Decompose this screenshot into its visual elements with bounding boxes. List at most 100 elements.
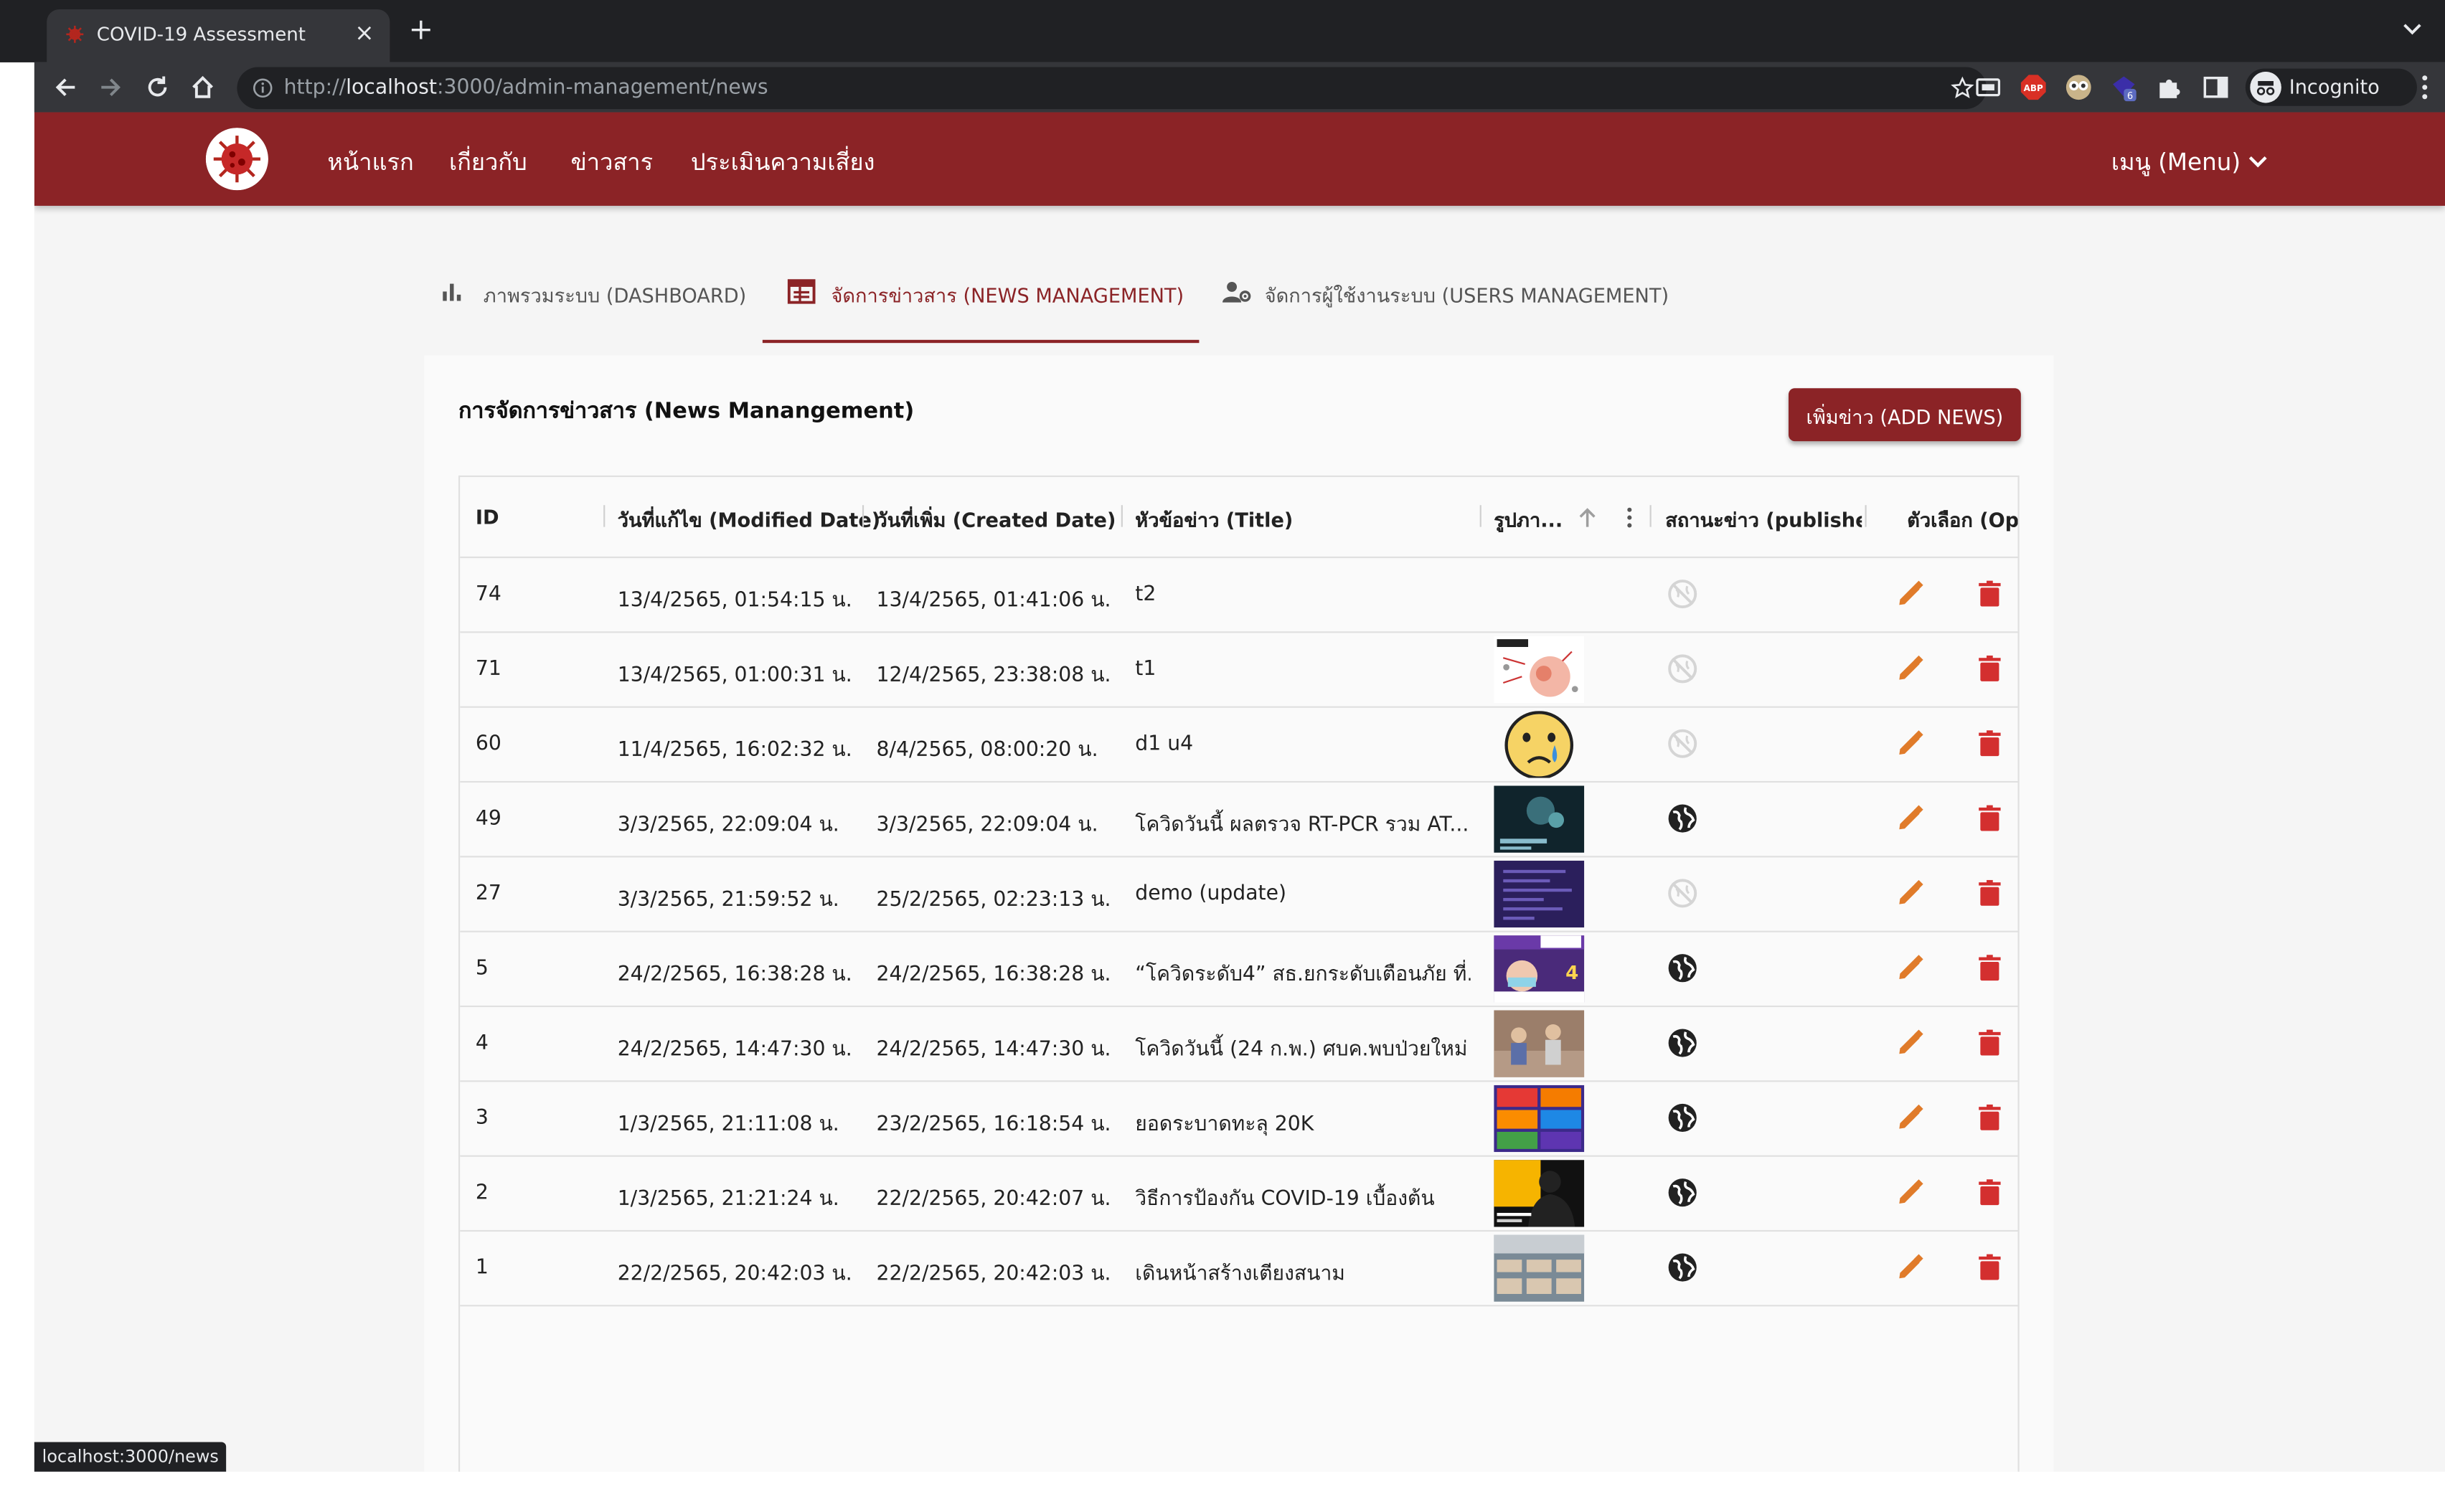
table-row[interactable]: 4 24/2/2565, 14:47:30 น. 24/2/2565, 14:47:… xyxy=(460,1007,2018,1082)
table-row[interactable]: 27 3/3/2565, 21:59:52 น. 25/2/2565, 02:23:… xyxy=(460,857,2018,932)
column-header-options[interactable]: ตัวเลือก (Opti xyxy=(1907,505,2017,536)
column-header-title[interactable]: หัวข้อข่าว (Title) xyxy=(1135,505,1470,536)
new-tab-plus-icon[interactable]: + xyxy=(408,15,433,45)
column-header-status[interactable]: สถานะข่าว (publishe... xyxy=(1665,505,1862,536)
table-row[interactable]: 2 1/3/2565, 21:21:24 น. 22/2/2565, 20:42:0… xyxy=(460,1157,2018,1232)
virus-logo-icon[interactable] xyxy=(205,128,268,191)
site-info-icon[interactable] xyxy=(253,78,273,98)
forward-arrow-icon[interactable] xyxy=(95,72,126,103)
published-globe-icon[interactable] xyxy=(1667,953,1697,983)
table-row[interactable]: 71 13/4/2565, 01:00:31 น. 12/4/2565, 23:38… xyxy=(460,633,2018,708)
nav-about[interactable]: เกี่ยวกับ xyxy=(449,143,527,181)
add-news-button[interactable]: เพิ่มข่าว (ADD NEWS) xyxy=(1789,388,2021,442)
status-toggle[interactable] xyxy=(1667,1027,1697,1058)
news-thumbnail xyxy=(1494,1085,1585,1153)
published-globe-icon[interactable] xyxy=(1667,1252,1697,1282)
status-toggle[interactable] xyxy=(1667,1102,1697,1133)
nav-risk-assessment[interactable]: ประเมินความเสี่ยง xyxy=(691,143,875,181)
delete-trash-icon[interactable] xyxy=(1974,803,2005,833)
delete-trash-icon[interactable] xyxy=(1974,1252,2005,1282)
column-header-created-date[interactable]: วันที่เพิ่ม (Created Date) xyxy=(877,505,1116,536)
status-toggle[interactable] xyxy=(1667,803,1697,833)
browser-menu-icon[interactable] xyxy=(2420,73,2429,101)
cell-id: 27 xyxy=(475,882,501,906)
cell-modified-date: 22/2/2565, 20:42:03 น. xyxy=(617,1262,852,1287)
edit-pencil-icon[interactable] xyxy=(1895,1102,1926,1133)
cast-icon[interactable] xyxy=(1974,73,2002,101)
cell-modified-date: 24/2/2565, 14:47:30 น. xyxy=(617,1038,852,1062)
bookmark-star-icon[interactable] xyxy=(1951,76,1974,100)
status-toggle[interactable] xyxy=(1667,1252,1697,1282)
unpublished-icon[interactable] xyxy=(1667,878,1697,909)
tab-users-management[interactable]: จัดการผู้ใช้งานระบบ (USERS MANAGEMENT) xyxy=(1221,252,1689,343)
status-toggle[interactable] xyxy=(1667,953,1697,983)
owl-extension-icon[interactable] xyxy=(2065,73,2093,101)
sort-arrow-up-icon[interactable] xyxy=(1578,506,1597,528)
column-separator[interactable] xyxy=(1865,505,1867,527)
tab-search-chevron-icon[interactable] xyxy=(2401,19,2423,40)
unpublished-icon[interactable] xyxy=(1667,578,1697,609)
published-globe-icon[interactable] xyxy=(1667,1027,1697,1058)
column-separator[interactable] xyxy=(1649,505,1652,527)
side-panel-icon[interactable] xyxy=(2202,73,2230,101)
published-globe-icon[interactable] xyxy=(1667,1102,1697,1133)
nav-home[interactable]: หน้าแรก xyxy=(327,143,413,181)
column-separator[interactable] xyxy=(1479,505,1481,527)
table-row[interactable]: 49 3/3/2565, 22:09:04 น. 3/3/2565, 22:09:0… xyxy=(460,783,2018,858)
tab-dashboard[interactable]: ภาพรวมระบบ (DASHBOARD) xyxy=(440,252,752,343)
edit-pencil-icon[interactable] xyxy=(1895,803,1926,833)
table-row[interactable]: 3 1/3/2565, 21:11:08 น. 23/2/2565, 16:18:5… xyxy=(460,1082,2018,1157)
column-separator[interactable] xyxy=(862,505,865,527)
column-header-image[interactable]: รูปภา... xyxy=(1494,505,1568,536)
table-row[interactable]: 60 11/4/2565, 16:02:32 น. 8/4/2565, 08:00:… xyxy=(460,708,2018,783)
column-header-modified-date[interactable]: วันที่แก้ไข (Modified Date) xyxy=(618,505,880,536)
table-row[interactable]: 5 24/2/2565, 16:38:28 น. 24/2/2565, 16:38:… xyxy=(460,932,2018,1008)
delete-trash-icon[interactable] xyxy=(1974,728,2005,759)
back-arrow-icon[interactable] xyxy=(50,72,81,103)
edit-pencil-icon[interactable] xyxy=(1895,653,1926,684)
home-icon[interactable] xyxy=(187,72,218,103)
close-tab-icon[interactable]: × xyxy=(354,19,374,47)
edit-pencil-icon[interactable] xyxy=(1895,578,1926,609)
delete-trash-icon[interactable] xyxy=(1974,653,2005,684)
status-toggle[interactable] xyxy=(1667,1177,1697,1208)
delete-trash-icon[interactable] xyxy=(1974,578,2005,609)
table-row[interactable]: 74 13/4/2565, 01:54:15 น. 13/4/2565, 01:41… xyxy=(460,558,2018,633)
unpublished-icon[interactable] xyxy=(1667,653,1697,684)
column-menu-icon[interactable] xyxy=(1625,506,1634,528)
delete-trash-icon[interactable] xyxy=(1974,1027,2005,1058)
column-header-id[interactable]: ID xyxy=(476,505,499,529)
delete-trash-icon[interactable] xyxy=(1974,1102,2005,1133)
published-globe-icon[interactable] xyxy=(1667,1177,1697,1208)
edit-pencil-icon[interactable] xyxy=(1895,1027,1926,1058)
status-toggle[interactable] xyxy=(1667,578,1697,609)
browser-tab[interactable]: COVID-19 Assessment × xyxy=(47,9,390,62)
status-toggle[interactable] xyxy=(1667,653,1697,684)
edit-pencil-icon[interactable] xyxy=(1895,953,1926,983)
incognito-profile-button[interactable]: Incognito xyxy=(2245,68,2417,106)
reload-icon[interactable] xyxy=(142,72,173,103)
published-globe-icon[interactable] xyxy=(1667,803,1697,833)
column-separator[interactable] xyxy=(603,505,606,527)
delete-trash-icon[interactable] xyxy=(1974,1177,2005,1208)
table-row[interactable]: 1 22/2/2565, 20:42:03 น. 22/2/2565, 20:42:… xyxy=(460,1232,2018,1307)
adblock-plus-icon[interactable]: ABP xyxy=(2020,73,2048,101)
gem-extension-icon[interactable]: 6 xyxy=(2110,73,2138,102)
edit-pencil-icon[interactable] xyxy=(1895,1177,1926,1208)
status-toggle[interactable] xyxy=(1667,728,1697,759)
delete-trash-icon[interactable] xyxy=(1974,953,2005,983)
edit-pencil-icon[interactable] xyxy=(1895,878,1926,909)
address-bar[interactable]: http://localhost:3000/admin-management/n… xyxy=(237,67,1987,110)
nav-news[interactable]: ข่าวสาร xyxy=(571,143,654,181)
menu-dropdown-button[interactable]: เมนู (Menu) xyxy=(2111,143,2267,181)
cell-id: 60 xyxy=(475,732,501,757)
status-toggle[interactable] xyxy=(1667,878,1697,909)
extensions-puzzle-icon[interactable] xyxy=(2155,73,2183,101)
edit-pencil-icon[interactable] xyxy=(1895,1252,1926,1282)
tab-news-management[interactable]: จัดการข่าวสาร (NEWS MANAGEMENT) xyxy=(762,252,1200,344)
cell-created-date: 24/2/2565, 14:47:30 น. xyxy=(876,1038,1111,1062)
unpublished-icon[interactable] xyxy=(1667,728,1697,759)
column-separator[interactable] xyxy=(1121,505,1123,527)
edit-pencil-icon[interactable] xyxy=(1895,728,1926,759)
delete-trash-icon[interactable] xyxy=(1974,878,2005,909)
